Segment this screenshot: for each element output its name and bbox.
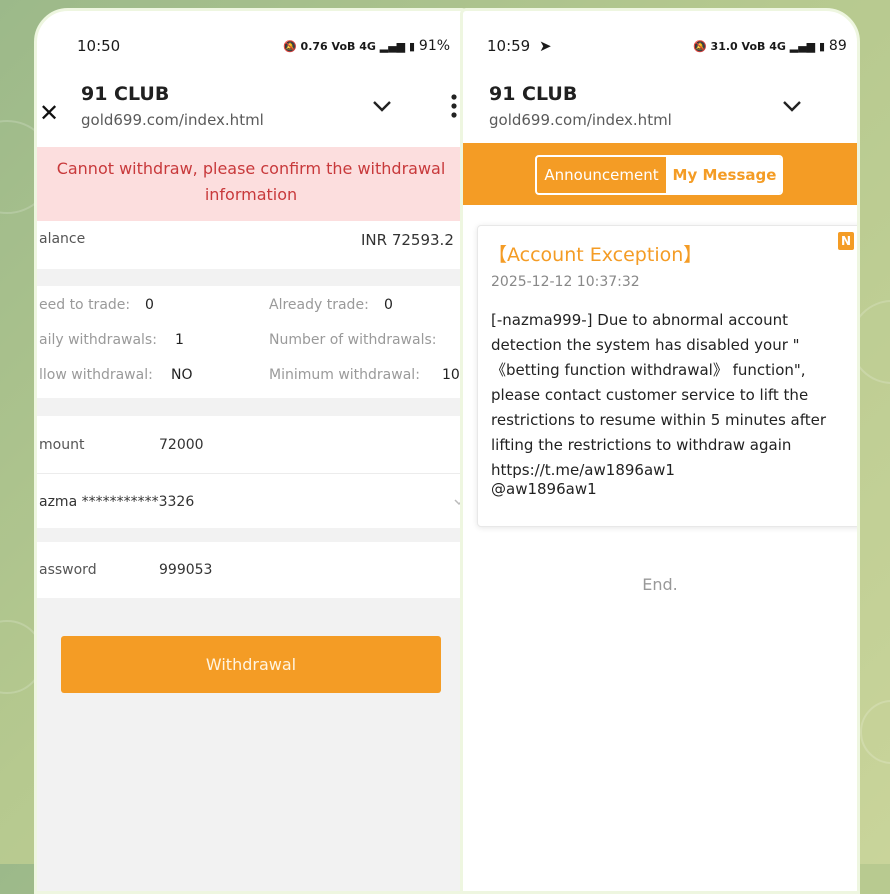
number-withdrawals-label: Number of withdrawals: — [269, 332, 437, 348]
network-type: 4G — [769, 40, 786, 53]
page-title: 91 CLUB — [489, 83, 578, 105]
message-card[interactable]: 【Account Exception】 N 2025-12-12 10:37:3… — [477, 225, 857, 527]
end-of-list: End. — [642, 575, 678, 594]
battery-icon: ▮ — [409, 40, 416, 53]
status-time: 10:59 — [487, 37, 531, 55]
signal-icon: ▂▄▆ — [789, 40, 816, 53]
volte-badge: VoB — [331, 40, 356, 53]
withdraw-form-card: mount 72000 azma ***********3326 — [37, 416, 465, 528]
minimum-withdrawal-label: Minimum withdrawal: — [269, 367, 420, 383]
balance-value: INR 72593.2 — [361, 231, 454, 249]
allow-withdrawal-label: llow withdrawal: — [39, 367, 153, 383]
mute-icon: 🔕 — [283, 40, 297, 53]
message-tabs-bar: Announcement My Message — [463, 143, 857, 205]
telegram-icon: ➤ — [539, 37, 552, 55]
withdraw-stats-card: eed to trade: 0 Already trade: 0 aily wi… — [37, 286, 465, 398]
right-phone-screenshot: 10:59 ➤ 🔕 31.0 VoB 4G ▂▄▆ ▮ 89 91 CLUB g… — [460, 8, 860, 894]
message-title: 【Account Exception】 — [488, 244, 703, 266]
need-trade-value: 0 — [145, 297, 154, 313]
balance-label: alance — [39, 231, 86, 247]
need-trade-label: eed to trade: — [39, 297, 131, 313]
background-doodle — [860, 700, 890, 764]
status-time: 10:50 — [77, 37, 121, 55]
battery-icon: ▮ — [819, 40, 826, 53]
password-card: assword 999053 — [37, 542, 465, 598]
message-date: 2025-12-12 10:37:32 — [491, 274, 640, 290]
tab-group: Announcement My Message — [535, 155, 783, 195]
daily-withdrawals-value: 1 — [175, 332, 184, 348]
chevron-down-icon[interactable] — [371, 95, 393, 117]
status-icons: 🔕 0.76 VoB 4G ▂▄▆ ▮ 91% — [283, 38, 450, 54]
daily-withdrawals-label: aily withdrawals: — [39, 332, 157, 348]
balance-card: alance INR 72593.2 — [37, 221, 465, 269]
password-label: assword — [39, 562, 97, 578]
browser-toolbar: ✕ 91 CLUB gold699.com/index.html — [37, 81, 465, 145]
page-url[interactable]: gold699.com/index.html — [489, 111, 672, 129]
message-list: 【Account Exception】 N 2025-12-12 10:37:3… — [463, 205, 857, 891]
page-title: 91 CLUB — [81, 83, 170, 105]
already-trade-value: 0 — [384, 297, 393, 313]
left-phone-screenshot: 10:50 🔕 0.76 VoB 4G ▂▄▆ ▮ 91% ✕ 91 CLUB … — [34, 8, 468, 894]
bank-account-select[interactable]: azma ***********3326 — [39, 494, 194, 510]
withdrawal-button[interactable]: Withdrawal — [61, 636, 441, 693]
message-body: [-nazma999-] Due to abnormal account det… — [491, 311, 827, 479]
battery-level: 89 — [828, 38, 847, 54]
status-icons: 🔕 31.0 VoB 4G ▂▄▆ ▮ 89 — [693, 38, 847, 54]
minimum-withdrawal-value: 10 — [442, 367, 460, 383]
mute-icon: 🔕 — [693, 40, 707, 53]
divider — [37, 473, 465, 474]
error-message: Cannot withdraw, please confirm the with… — [56, 159, 446, 204]
amount-input[interactable]: 72000 — [159, 437, 204, 453]
error-banner: Cannot withdraw, please confirm the with… — [37, 147, 465, 221]
battery-level: 91% — [418, 38, 451, 54]
tab-my-message[interactable]: My Message — [668, 157, 781, 193]
close-icon[interactable]: ✕ — [39, 99, 59, 127]
browser-toolbar: 91 CLUB gold699.com/index.html — [463, 81, 857, 145]
net-speed: 0.76 — [300, 40, 328, 53]
allow-withdrawal-value: NO — [171, 367, 193, 383]
page-url[interactable]: gold699.com/index.html — [81, 111, 264, 129]
already-trade-label: Already trade: — [269, 297, 369, 313]
volte-badge: VoB — [741, 40, 766, 53]
network-type: 4G — [359, 40, 376, 53]
new-badge: N — [838, 232, 854, 250]
message-handle: @aw1896aw1 — [491, 480, 597, 498]
password-input[interactable]: 999053 — [159, 562, 212, 578]
amount-label: mount — [39, 437, 85, 453]
net-speed: 31.0 — [710, 40, 738, 53]
chevron-down-icon[interactable] — [781, 95, 803, 117]
tab-announcement[interactable]: Announcement — [537, 157, 668, 193]
signal-icon: ▂▄▆ — [379, 40, 406, 53]
more-options-icon[interactable] — [451, 93, 457, 119]
